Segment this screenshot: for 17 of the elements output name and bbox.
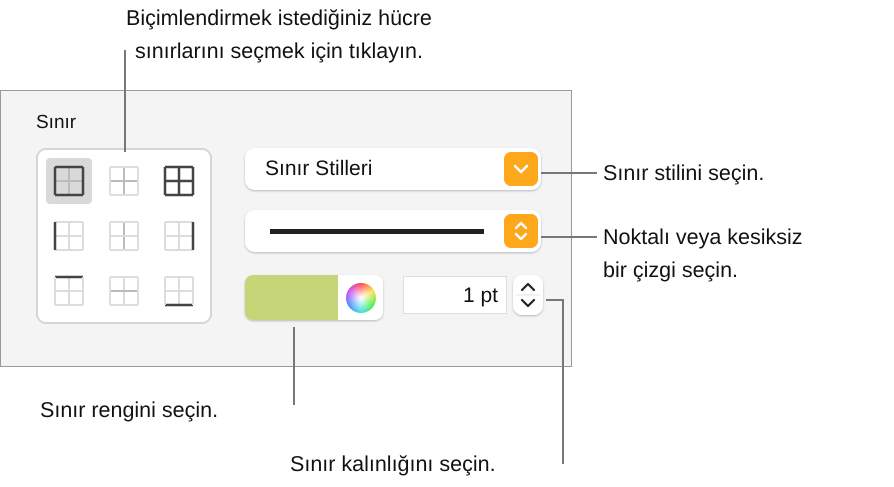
line-style-dropdown[interactable] xyxy=(245,210,541,252)
callout-text: Sınır stilini seçin. xyxy=(603,160,764,187)
up-down-chevron-icon xyxy=(504,214,538,248)
chevron-down-icon xyxy=(504,152,538,186)
section-title: Sınır xyxy=(36,111,76,135)
line-width-field[interactable]: 1 pt xyxy=(403,276,507,314)
callout-text: Biçimlendirmek istediğiniz hücre sınırlarını seçmek için tıklayın. xyxy=(126,5,432,65)
color-well[interactable] xyxy=(245,275,383,320)
leader-line xyxy=(541,172,597,174)
border-preset-button[interactable] xyxy=(46,158,92,204)
callout-text: Noktalı veya kesiksiz bir çizgi seçin. xyxy=(603,224,803,284)
stepper[interactable] xyxy=(513,274,543,314)
color-wheel-icon xyxy=(346,282,376,312)
leader-line xyxy=(541,236,597,238)
callout-text: Sınır kalınlığını seçin. xyxy=(290,451,496,478)
border-style-dropdown[interactable]: Sınır Stilleri xyxy=(245,148,541,190)
callout-text: Sınır rengini seçin. xyxy=(40,397,218,424)
